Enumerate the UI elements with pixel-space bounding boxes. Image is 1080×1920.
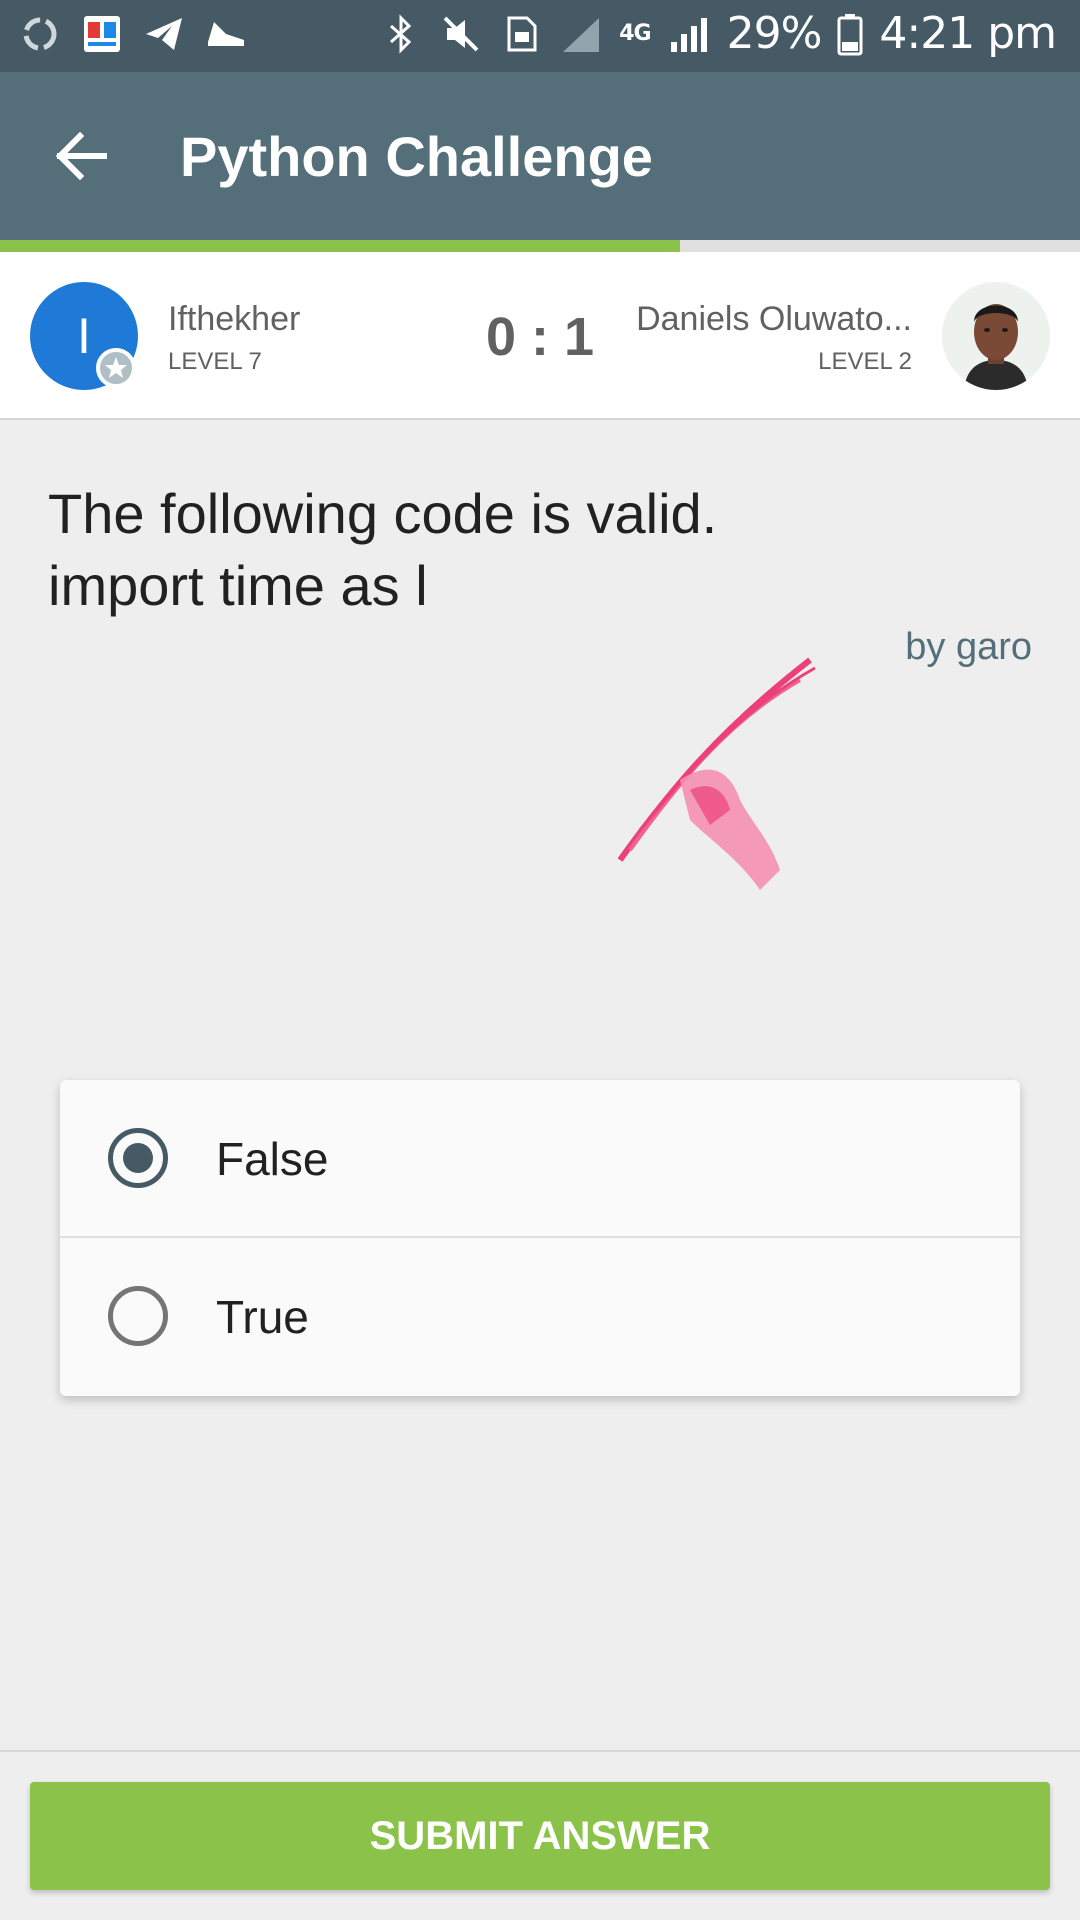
question-text: The following code is valid. import time… bbox=[48, 482, 718, 617]
app-bar: Python Challenge bbox=[0, 72, 1080, 240]
signal-icon bbox=[563, 17, 600, 52]
opponent-avatar[interactable] bbox=[942, 282, 1050, 390]
option-label: False bbox=[216, 1133, 329, 1185]
clock: 4:21 pm bbox=[879, 8, 1057, 59]
page-title: Python Challenge bbox=[180, 125, 653, 188]
player-level: LEVEL 7 bbox=[168, 348, 262, 375]
star-icon bbox=[105, 357, 127, 378]
status-bar: 4G 29% 4:21 pm bbox=[0, 0, 1080, 72]
challenge-progress-bar bbox=[0, 240, 1080, 252]
opponent-name: Daniels Oluwato... bbox=[636, 300, 912, 338]
level-badge bbox=[96, 348, 136, 388]
signal-bars-icon bbox=[670, 17, 707, 52]
battery-percent: 29% bbox=[726, 8, 823, 59]
option-true[interactable]: True bbox=[60, 1238, 1020, 1396]
telegram-icon bbox=[146, 18, 182, 50]
notification-icons bbox=[18, 12, 248, 56]
back-arrow-icon[interactable] bbox=[44, 118, 120, 194]
player-name: Ifthekher bbox=[168, 300, 301, 338]
mute-icon bbox=[443, 16, 479, 51]
answer-options: False True bbox=[60, 1080, 1020, 1396]
bottom-divider bbox=[0, 1750, 1080, 1752]
submit-answer-button[interactable]: SUBMIT ANSWER bbox=[30, 1782, 1050, 1890]
shoe-icon bbox=[208, 22, 244, 46]
score: 0 : 1 bbox=[485, 307, 595, 367]
radio-button[interactable] bbox=[108, 1286, 168, 1346]
sim-icon bbox=[507, 16, 537, 51]
question-author: by garo bbox=[905, 626, 1032, 668]
players-header: I Ifthekher LEVEL 7 0 : 1 Daniels Oluwat… bbox=[0, 252, 1080, 420]
bangla-app-icon bbox=[84, 16, 120, 52]
system-icons: 4G 29% 4:21 pm bbox=[379, 8, 1057, 59]
radio-dot bbox=[123, 1143, 153, 1173]
bluetooth-icon bbox=[390, 13, 412, 54]
network-type-label: 4G bbox=[619, 21, 651, 46]
option-label: True bbox=[216, 1291, 309, 1343]
radio-button-selected[interactable] bbox=[108, 1128, 168, 1188]
progress-fill bbox=[0, 240, 681, 252]
pink-brush-illustration bbox=[617, 657, 816, 890]
share-it-icon bbox=[23, 17, 57, 51]
opponent-level: LEVEL 2 bbox=[818, 348, 912, 375]
opponent-photo bbox=[942, 282, 1050, 390]
battery-icon bbox=[837, 13, 863, 55]
option-false[interactable]: False bbox=[60, 1080, 1020, 1238]
